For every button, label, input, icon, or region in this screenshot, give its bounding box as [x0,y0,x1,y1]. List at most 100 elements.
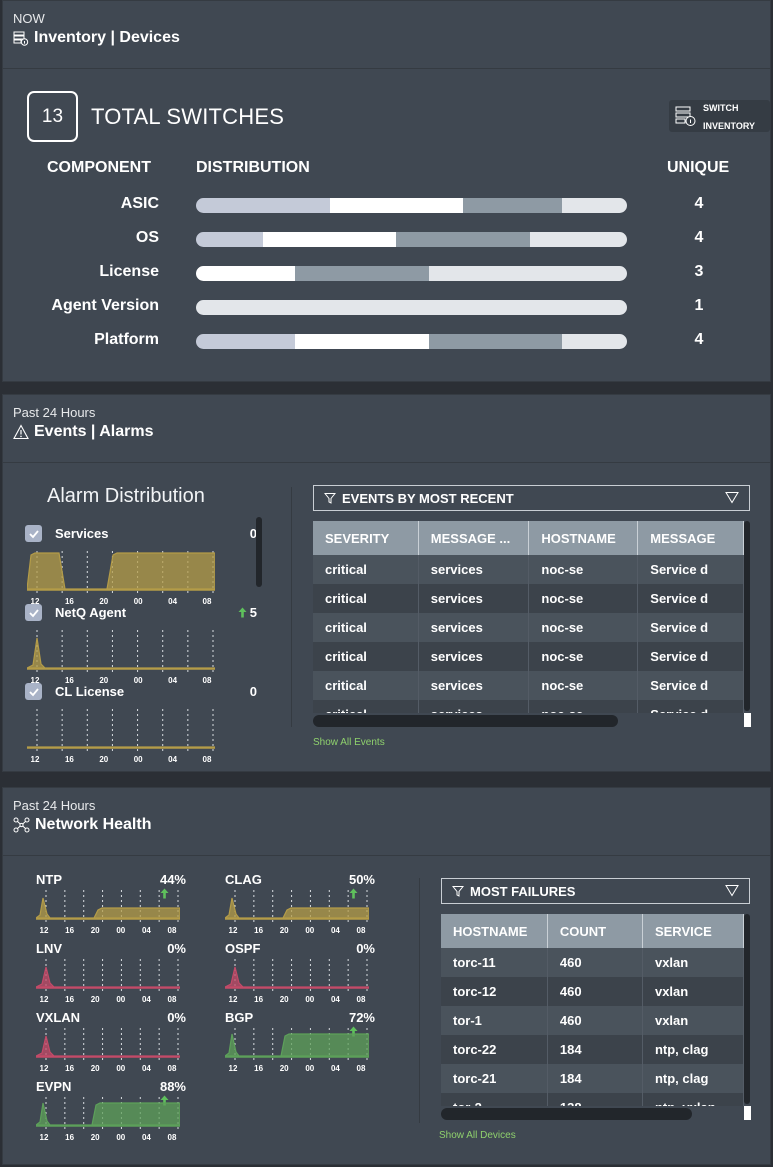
distribution-segment[interactable] [562,334,627,349]
events-table-grid: SEVERITY MESSAGE ... HOSTNAME MESSAGE critic… [313,521,744,713]
distribution-segment[interactable] [295,334,429,349]
unique-count: 3 [694,263,704,280]
health-filter-dropdown[interactable]: MOST FAILURES [441,878,750,904]
tick-label: 12 [40,926,49,934]
table-row[interactable]: criticalservicesnoc-seService d [313,613,744,642]
unique-count: 4 [694,229,704,246]
distribution-segment[interactable] [196,232,263,247]
alarm-checkbox[interactable] [25,525,42,542]
distribution-segment[interactable] [428,334,563,349]
events-table-vscroll[interactable] [744,713,751,727]
health-item-value: 0% [167,1010,186,1025]
distribution-bar[interactable] [196,300,627,315]
distribution-segment[interactable] [262,232,397,247]
table-row[interactable]: tor-2138ntp, vxlan [441,1093,744,1106]
distribution-segment[interactable] [196,300,627,315]
distribution-segment[interactable] [295,266,429,281]
events-filter-dropdown[interactable]: EVENTS BY MOST RECENT [313,485,750,511]
column-header[interactable]: SEVERITY [313,521,419,555]
table-row[interactable]: criticalservicesnoc-seService d [313,555,744,584]
show-all-events-link[interactable]: Show All Events [313,737,385,748]
health-item-name: BGP [225,1010,254,1025]
events-table-vscroll-thumb[interactable] [744,521,750,711]
switch-inventory-line2: INVENTORY [703,121,756,131]
show-all-devices-link[interactable]: Show All Devices [439,1130,516,1141]
distribution-header: DISTRIBUTION [196,159,310,176]
inventory-icon [13,31,29,46]
filter-icon [452,886,464,897]
distribution-bar[interactable] [196,198,627,213]
distribution-segment[interactable] [428,266,627,281]
distribution-segment[interactable] [562,198,627,213]
table-cell: noc-se [528,642,639,671]
table-row[interactable]: torc-11 460 vxlan [441,948,744,977]
events-table-hscroll[interactable] [313,715,618,727]
total-switches-count: 13 [27,91,78,142]
tick-label: 04 [331,926,340,934]
tick-label: 12 [31,755,40,763]
tick-label: 16 [65,755,74,763]
tick-label: 04 [168,597,177,605]
failures-table-vscroll[interactable] [744,1106,751,1120]
table-row[interactable]: tor-1 460 vxlan [441,1006,744,1035]
table-row[interactable]: criticalservicesnoc-seService d [313,642,744,671]
tick-label: 20 [91,1064,100,1072]
table-cell: ntp, clag [642,1035,744,1064]
health-sparkline: 12 16 20 00 04 08 [36,890,180,934]
sparkline-area [27,637,215,669]
health-percent: 50% [348,872,375,887]
tick-label: 04 [142,926,151,934]
distribution-segment[interactable] [329,198,464,213]
tick-label: 00 [134,676,143,684]
tick-label: 04 [168,676,177,684]
component-label: ASIC [120,195,159,212]
tick-label: 04 [142,1064,151,1072]
failures-table-vscroll-thumb[interactable] [744,914,750,1104]
table-row[interactable]: criticalservicesnoc-seService d [313,584,744,613]
tick-label: 20 [91,926,100,934]
column-header[interactable]: SERVICE [642,914,744,948]
tick-label: 16 [65,995,74,1003]
alarm-checkbox[interactable] [25,604,42,621]
tick-label: 12 [229,926,238,934]
health-sparkline: 12 16 20 00 04 08 [225,890,369,934]
distribution-segment[interactable] [463,198,563,213]
distribution-bar[interactable] [196,232,627,247]
health-item-value: 0% [356,941,375,956]
health-item-name: EVPN [36,1079,72,1094]
alarm-name: Services [55,526,109,541]
tick-label: 00 [305,1064,314,1072]
events-subtitle: Past 24 Hours [13,405,96,420]
distribution-segment[interactable] [396,232,531,247]
table-cell: critical [313,700,419,713]
distribution-bar[interactable] [196,266,627,281]
events-filter-label: EVENTS BY MOST RECENT [342,490,514,506]
table-row[interactable]: criticalservicesnoc-seService d [313,671,744,700]
alarm-checkbox[interactable] [25,683,42,700]
table-row[interactable]: torc-21 184 ntp, clag [441,1064,744,1093]
table-row[interactable]: torc-12 460 vxlan [441,977,744,1006]
failures-table-hscroll[interactable] [441,1108,692,1120]
distribution-segment[interactable] [530,232,627,247]
tick-label: 16 [65,926,74,934]
column-header[interactable]: MESSAGE ... [418,521,530,555]
table-row[interactable]: torc-22 184 ntp, clag [441,1035,744,1064]
chevron-down-icon [725,885,739,897]
distribution-segment[interactable] [196,198,330,213]
column-header[interactable]: COUNT [547,914,643,948]
alarm-name: NetQ Agent [55,605,127,620]
inventory-title: Inventory | Devices [34,29,180,46]
column-header[interactable]: HOSTNAME [528,521,639,555]
column-header[interactable]: HOSTNAME [441,914,548,948]
table-cell: 184 [547,1064,643,1093]
table-row[interactable]: criticalservicesnoc-seService d [313,700,744,713]
column-header[interactable]: MESSAGE [637,521,744,555]
distribution-segment[interactable] [196,266,296,281]
distribution-bar[interactable] [196,334,627,349]
switch-inventory-button[interactable]: SWITCH INVENTORY [669,100,770,132]
alarm-list-scrollbar[interactable] [256,517,262,587]
table-cell: critical [313,555,419,584]
table-cell: vxlan [642,948,744,977]
inventory-card: NOW Inventory | Devices 13 TOTAL SWITCHE… [2,0,771,382]
distribution-segment[interactable] [196,334,296,349]
